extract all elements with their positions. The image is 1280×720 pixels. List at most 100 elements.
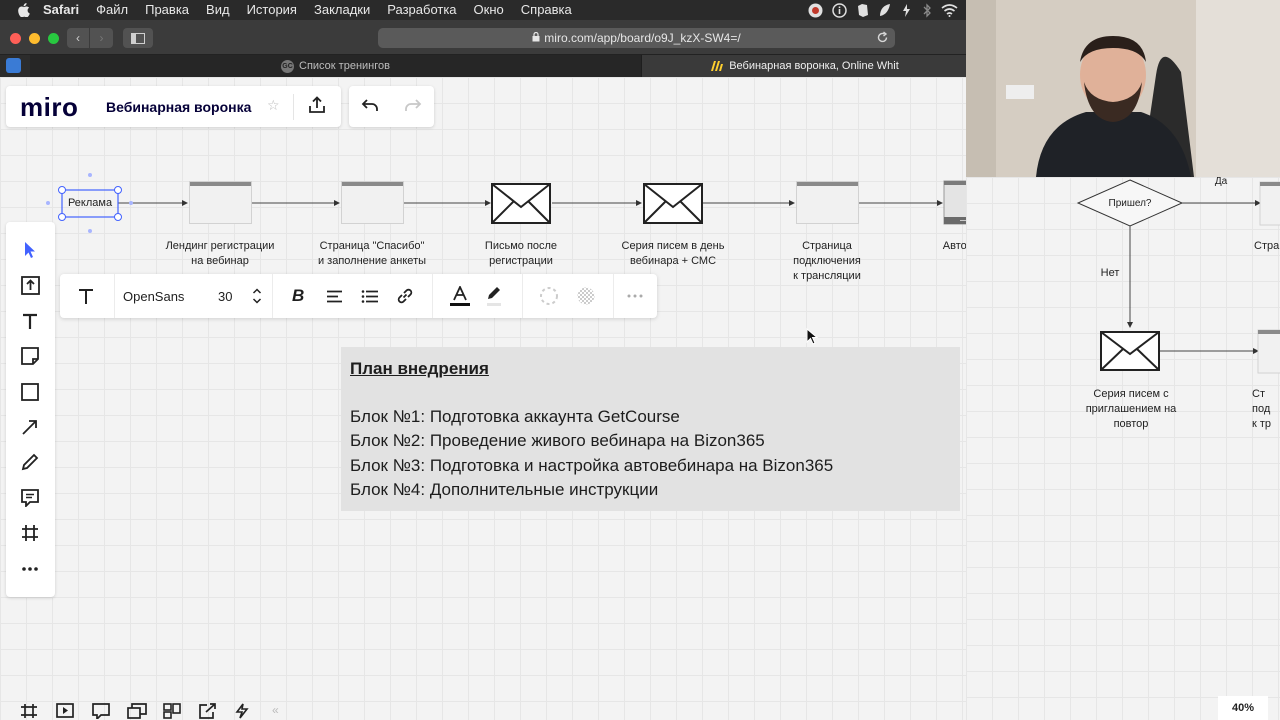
leaf-icon[interactable] [878,3,891,18]
board-header-card: miro Вебинарная воронка ☆ [6,86,341,127]
miro-logo[interactable]: miro [20,92,78,123]
board-title[interactable]: Вебинарная воронка [106,99,251,115]
undo-icon[interactable] [361,98,379,117]
autowebinar-label: Автовебинар [942,240,966,252]
divider [522,274,523,318]
minimize-window-button[interactable] [29,33,40,44]
undo-redo-card [349,86,434,127]
connector-arrow-icon[interactable] [19,416,41,438]
evernote-icon[interactable] [856,3,869,18]
close-window-button[interactable] [10,33,21,44]
frames-icon[interactable] [20,703,38,720]
more-tools-icon[interactable] [19,558,41,580]
fill-transparent-icon[interactable] [576,274,596,318]
forward-button[interactable]: › [90,28,113,48]
font-size-input[interactable]: 30 [218,274,232,318]
comment-icon[interactable] [19,487,41,509]
cut-page-bottom-label: Ст под к тр [1252,388,1272,430]
connect-page-frame[interactable] [796,181,859,224]
shape-icon[interactable] [19,381,41,403]
wifi-icon[interactable] [941,3,958,17]
bolt-app-icon[interactable] [900,3,913,18]
menu-bookmarks[interactable]: Закладки [314,0,370,20]
bold-icon[interactable]: B [292,274,304,318]
frame-icon[interactable] [19,522,41,544]
back-button[interactable]: ‹ [67,28,90,48]
menu-window[interactable]: Окно [474,0,504,20]
info-icon[interactable] [832,2,847,18]
reload-icon[interactable] [876,31,889,47]
menu-safari[interactable]: Safari [43,0,79,20]
plan-line-2: Блок №2: Проведение живого вебинара на B… [350,431,765,450]
window-controls [10,33,59,44]
highlight-pen-icon[interactable] [485,274,503,318]
zoom-level[interactable]: 40% [1218,696,1268,720]
menu-file[interactable]: Файл [96,0,128,20]
address-bar[interactable]: miro.com/app/board/o9J_kzX-SW4=/ [378,28,895,48]
upload-icon[interactable] [19,274,41,296]
menu-view[interactable]: Вид [206,0,230,20]
text-format-toolbar: OpenSans 30 B [60,274,657,318]
left-toolbar [6,222,55,597]
font-size-stepper[interactable] [252,274,262,318]
divider [272,274,273,318]
email-after-label: Письмо после регистрации [484,240,558,267]
sidebar-toggle-button[interactable] [123,28,153,48]
select-cursor-icon[interactable] [19,239,41,261]
pen-icon[interactable] [19,451,41,473]
apple-icon[interactable] [15,3,33,17]
plan-title: План внедрения [350,359,489,378]
miro-canvas[interactable]: Реклама Лендинг регистрации на вебинар С… [0,77,966,720]
border-style-icon[interactable] [539,274,559,318]
zoom-window-button[interactable] [48,33,59,44]
more-options-icon[interactable] [626,274,644,318]
screens-icon[interactable] [127,703,147,720]
yes-label: Да [1214,177,1228,187]
miro-favicon-icon [711,61,724,71]
sticky-note-icon[interactable] [19,345,41,367]
divider [613,274,614,318]
webcam-person [966,0,1280,177]
tab-trainings[interactable]: GC Список тренингов [30,55,641,77]
menu-develop[interactable]: Разработка [387,0,456,20]
text-color-icon[interactable] [449,274,471,318]
tab-miro-board[interactable]: Вебинарная воронка, Online Whit [641,55,966,77]
mouse-cursor-icon [806,328,818,345]
bullet-list-icon[interactable] [361,274,379,318]
bluetooth-icon[interactable] [922,2,932,18]
implementation-plan-textbox[interactable]: План внедрения Блок №1: Подготовка аккау… [341,347,960,511]
star-icon[interactable]: ☆ [267,97,280,114]
no-label: Нет [1100,267,1120,279]
tab-label: Список тренингов [299,60,390,72]
font-select[interactable]: OpenSans [123,274,184,318]
divider [114,274,115,318]
align-left-icon[interactable] [326,274,343,318]
ad-node[interactable]: Реклама [62,196,118,211]
thanks-page-frame[interactable] [341,181,404,224]
decision-label: Пришел? [1108,198,1152,209]
text-tool-icon[interactable] [19,310,41,332]
text-type-icon[interactable] [78,274,94,318]
present-icon[interactable] [56,703,74,720]
collapse-icon[interactable]: « [272,703,279,717]
share-upload-icon[interactable] [308,96,326,119]
replay-series-label: Серия писем с приглашением на повтор [1085,388,1177,430]
export-icon[interactable] [199,703,217,720]
menu-history[interactable]: История [247,0,297,20]
webcam-overlay [966,0,1280,177]
miro-canvas-right[interactable]: Пришел? Да Нет Страни Серия писем с приг… [966,177,1280,720]
link-icon[interactable] [396,274,414,318]
lightning-icon[interactable] [235,703,249,720]
chevron-right-icon: › [99,31,104,45]
landing-label: Лендинг регистрации на вебинар [165,240,275,267]
email-envelope-replay [1100,331,1160,371]
kanban-icon[interactable] [163,703,181,720]
landing-page-frame[interactable] [189,181,252,224]
email-series-label: Серия писем в день вебинара + СМС [621,240,725,267]
menu-help[interactable]: Справка [521,0,572,20]
comments-panel-icon[interactable] [92,703,110,720]
redo-icon[interactable] [404,98,422,117]
record-icon[interactable] [808,3,823,18]
extension-icon[interactable] [6,58,21,73]
menu-edit[interactable]: Правка [145,0,189,20]
